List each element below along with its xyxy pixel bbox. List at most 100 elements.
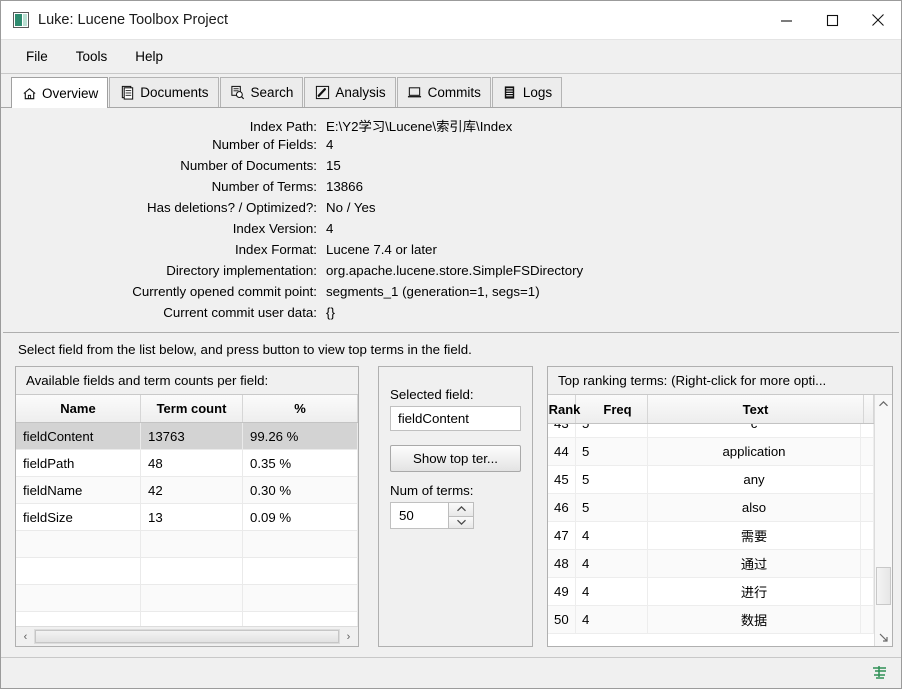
tab-search[interactable]: Search <box>219 77 304 107</box>
info-row: Number of Documents: 15 <box>3 158 899 179</box>
num-of-terms-spinner[interactable]: 50 <box>390 502 474 529</box>
tab-commits[interactable]: Commits <box>396 77 491 107</box>
empty-cell <box>243 585 358 611</box>
info-label: Index Path: <box>249 119 317 134</box>
terms-vertical-scrollbar[interactable] <box>874 395 892 646</box>
panes-container: Available fields and term counts per fie… <box>1 366 901 657</box>
top-terms-caption: Top ranking terms: (Right-click for more… <box>548 367 892 394</box>
table-row[interactable]: fieldName 42 0.30 % <box>16 477 358 504</box>
commits-icon <box>407 85 423 101</box>
table-row[interactable]: 44 5 application <box>548 438 874 466</box>
info-value: 15 <box>326 158 341 173</box>
scroll-down-arrow-icon[interactable] <box>875 629 892 646</box>
info-value: 4 <box>326 137 334 152</box>
table-row[interactable]: fieldContent 13763 99.26 % <box>16 423 358 450</box>
term-text: 通过 <box>648 550 861 577</box>
empty-cell <box>141 585 243 611</box>
term-freq: 5 <box>576 494 648 521</box>
maximize-button[interactable] <box>809 1 855 39</box>
scroll-left-arrow-icon[interactable]: ‹ <box>17 628 34 645</box>
empty-cell <box>141 531 243 557</box>
empty-cell <box>16 531 141 557</box>
ime-indicator-icon[interactable] <box>869 663 891 683</box>
term-freq: 4 <box>576 522 648 549</box>
empty-cell <box>243 558 358 584</box>
selected-field-input[interactable]: fieldContent <box>390 406 521 431</box>
info-row: Index Path: E:\Y2学习\Lucene\索引库\Index <box>3 116 899 137</box>
info-value: 4 <box>326 221 334 236</box>
num-of-terms-label: Num of terms: <box>390 483 474 498</box>
minimize-button[interactable] <box>763 1 809 39</box>
field-name: fieldPath <box>16 450 141 476</box>
scroll-thumb[interactable] <box>35 630 339 643</box>
table-row[interactable]: 47 4 需要 <box>548 522 874 550</box>
field-term-count: 42 <box>141 477 243 503</box>
column-header-percent[interactable]: % <box>243 395 358 422</box>
tab-label-logs: Logs <box>522 85 553 100</box>
spinner-buttons <box>448 502 474 529</box>
fields-table[interactable]: Name Term count % fieldContent 13763 99.… <box>16 394 358 646</box>
row-spacer <box>861 424 874 437</box>
term-rank: 48 <box>548 550 576 577</box>
show-top-terms-button[interactable]: Show top ter... <box>390 445 521 472</box>
scroll-thumb[interactable] <box>876 567 891 605</box>
term-text: 进行 <box>648 578 861 605</box>
tab-label-documents: Documents <box>140 85 209 100</box>
term-text: application <box>648 438 861 465</box>
info-row: Currently opened commit point: segments_… <box>3 284 899 305</box>
table-row[interactable]: fieldPath 48 0.35 % <box>16 450 358 477</box>
num-of-terms-value[interactable]: 50 <box>390 502 448 529</box>
row-spacer <box>861 466 874 493</box>
tab-overview[interactable]: Overview <box>11 77 109 108</box>
term-freq: 4 <box>576 550 648 577</box>
table-row[interactable]: 49 4 进行 <box>548 578 874 606</box>
menu-item-tools[interactable]: Tools <box>65 45 119 68</box>
fields-horizontal-scrollbar[interactable]: ‹ › <box>16 626 358 646</box>
title-bar: Luke: Lucene Toolbox Project <box>1 1 901 40</box>
scroll-track[interactable] <box>875 412 892 629</box>
table-row[interactable]: 43 5 c <box>548 424 874 438</box>
column-header-freq[interactable]: Freq <box>576 395 648 423</box>
term-text: also <box>648 494 861 521</box>
table-row[interactable]: 45 5 any <box>548 466 874 494</box>
term-rank: 50 <box>548 606 576 633</box>
table-row[interactable]: 50 4 数据 <box>548 606 874 634</box>
term-text: c <box>648 424 861 437</box>
menu-item-file[interactable]: File <box>15 45 59 68</box>
spinner-down-icon[interactable] <box>448 515 474 529</box>
column-header-name[interactable]: Name <box>16 395 141 422</box>
scroll-up-arrow-icon[interactable] <box>875 395 892 412</box>
menu-item-help[interactable]: Help <box>124 45 174 68</box>
spinner-up-icon[interactable] <box>448 502 474 516</box>
column-header-text[interactable]: Text <box>648 395 864 423</box>
analysis-icon <box>314 85 330 101</box>
tab-analysis[interactable]: Analysis <box>304 77 396 107</box>
column-header-term-count[interactable]: Term count <box>141 395 243 422</box>
info-row: Directory implementation: org.apache.luc… <box>3 263 899 284</box>
table-row[interactable]: 48 4 通过 <box>548 550 874 578</box>
table-row[interactable]: fieldSize 13 0.09 % <box>16 504 358 531</box>
empty-cell <box>141 612 243 626</box>
tab-logs[interactable]: Logs <box>491 77 563 107</box>
table-row-empty[interactable] <box>16 531 358 558</box>
home-icon <box>21 85 37 101</box>
column-header-rank[interactable]: Rank <box>548 395 580 423</box>
scroll-track[interactable] <box>34 629 340 644</box>
close-button[interactable] <box>855 1 901 39</box>
info-label: Number of Documents: <box>180 158 317 173</box>
search-icon <box>230 85 246 101</box>
tab-documents[interactable]: Documents <box>109 77 219 107</box>
table-row[interactable]: 46 5 also <box>548 494 874 522</box>
table-row-empty[interactable] <box>16 558 358 585</box>
window-controls <box>763 1 901 39</box>
scroll-right-arrow-icon[interactable]: › <box>340 628 357 645</box>
row-spacer <box>861 606 874 633</box>
info-row: Index Version: 4 <box>3 221 899 242</box>
table-row-empty[interactable] <box>16 612 358 626</box>
field-term-count: 48 <box>141 450 243 476</box>
table-row-empty[interactable] <box>16 585 358 612</box>
instruction-text: Select field from the list below, and pr… <box>18 342 472 357</box>
selected-field-label: Selected field: <box>390 387 474 402</box>
field-controls-panel: Selected field: fieldContent Show top te… <box>378 366 533 647</box>
top-terms-table[interactable]: Rank Freq Text 43 5 c <box>548 394 892 646</box>
